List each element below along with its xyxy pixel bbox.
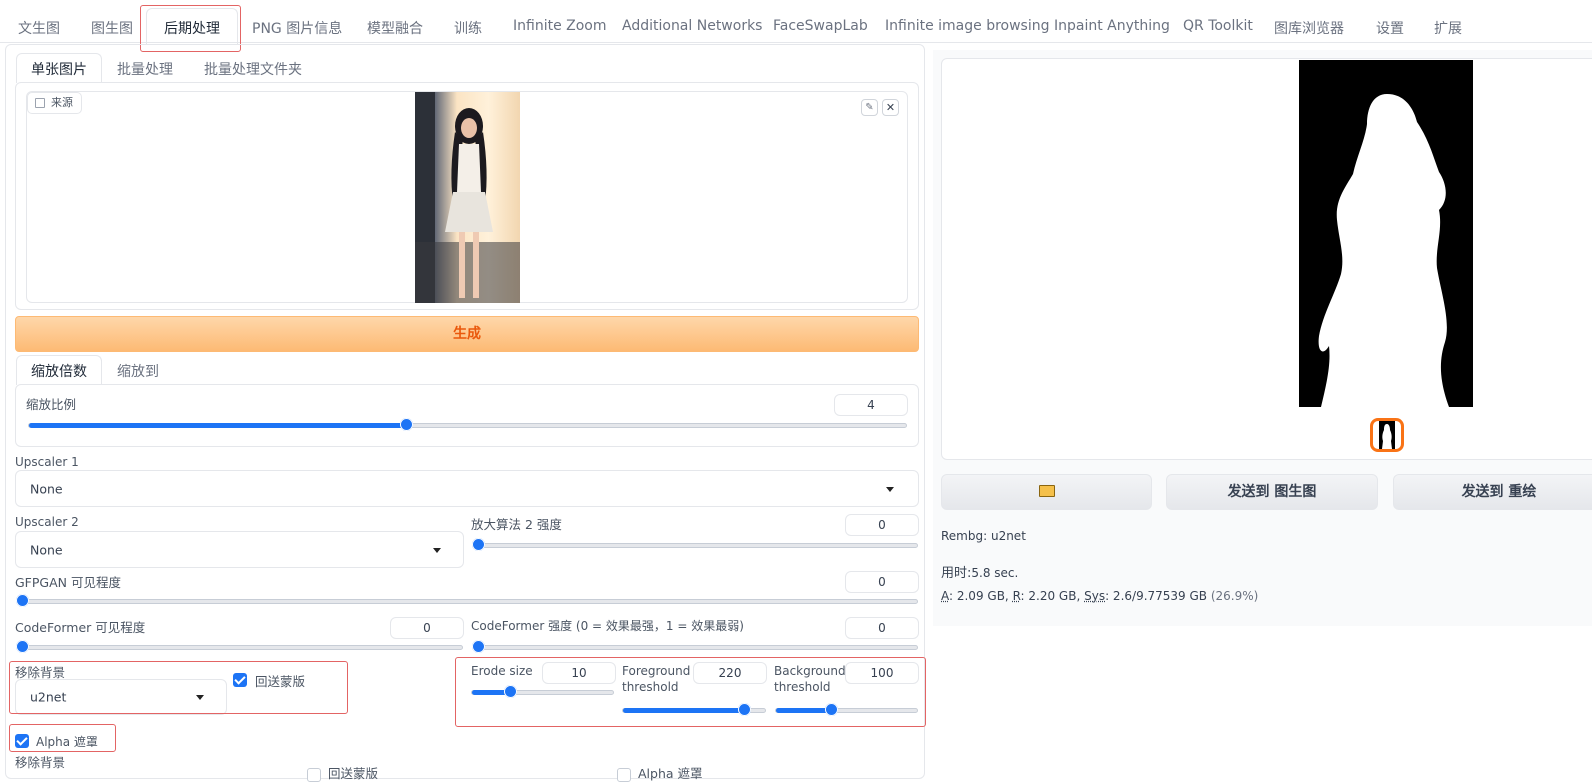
thumbnail-silhouette	[1373, 421, 1401, 449]
tab-gallery-browser[interactable]: 图库浏览器	[1274, 18, 1344, 38]
chevron-down-icon	[886, 487, 894, 492]
tab-qr-toolkit[interactable]: QR Toolkit	[1183, 18, 1253, 34]
rembg2-return-mask-label: 回送蒙版	[328, 763, 378, 782]
upscaler2-select[interactable]: None	[15, 531, 464, 568]
codeformer-visibility-slider[interactable]	[21, 645, 463, 650]
time-taken: 用时:5.8 sec.	[941, 562, 1018, 581]
codeformer-visibility-label: CodeFormer 可见程度	[15, 617, 145, 636]
tab-scale-by[interactable]: 缩放倍数	[16, 355, 102, 385]
upscaler2-strength-thumb[interactable]	[472, 538, 485, 551]
tab-scale-to[interactable]: 缩放到	[117, 361, 159, 381]
tab-inpaint-anything[interactable]: Inpaint Anything	[1054, 18, 1170, 34]
tab-faceswaplab[interactable]: FaceSwapLab	[773, 18, 868, 34]
chevron-down-icon	[433, 548, 441, 553]
upscaler2-strength-slider[interactable]	[477, 543, 918, 548]
gfpgan-thumb[interactable]	[16, 594, 29, 607]
subtab-batch-folder[interactable]: 批量处理文件夹	[204, 59, 302, 79]
generate-button[interactable]: 生成	[15, 316, 919, 352]
tab-txt2img[interactable]: 文生图	[18, 18, 60, 38]
tab-png-info[interactable]: PNG 图片信息	[252, 18, 342, 38]
scale-slider-fill	[29, 423, 406, 428]
output-mask-image[interactable]	[1299, 60, 1473, 407]
codeformer-visibility-thumb[interactable]	[16, 640, 29, 653]
scale-label: 缩放比例	[26, 394, 76, 413]
codeformer-weight-label: CodeFormer 强度 (0 = 效果最强，1 = 效果最弱)	[471, 617, 744, 634]
output-thumbnail[interactable]	[1370, 418, 1404, 452]
source-image-figure	[415, 92, 520, 303]
rembg2-alpha-checkbox[interactable]	[617, 768, 631, 782]
upscaler2-strength-input[interactable]: 0	[845, 514, 919, 536]
tab-img2img[interactable]: 图生图	[91, 18, 133, 38]
rembg2-return-mask-checkbox[interactable]	[307, 768, 321, 782]
highlight-box-thresholds	[455, 657, 926, 727]
codeformer-weight-input[interactable]: 0	[845, 617, 919, 639]
output-gallery	[941, 58, 1592, 460]
source-label: 来源	[27, 92, 82, 114]
rembg-info: Rembg: u2net	[941, 529, 1026, 543]
send-to-inpaint-button[interactable]: 发送到 重绘	[1393, 474, 1592, 510]
scale-slider-thumb[interactable]	[400, 418, 413, 431]
edit-icon[interactable]: ✎	[861, 99, 878, 116]
open-folder-button[interactable]	[941, 474, 1152, 510]
folder-icon	[1039, 485, 1055, 497]
tab-additional-networks[interactable]: Additional Networks	[622, 18, 762, 34]
gfpgan-label: GFPGAN 可见程度	[15, 572, 121, 591]
subtab-single-image[interactable]: 单张图片	[16, 53, 102, 83]
codeformer-weight-thumb[interactable]	[472, 640, 485, 653]
scale-slider[interactable]	[28, 423, 907, 428]
mask-silhouette	[1299, 60, 1473, 407]
upscaler2-strength-label: 放大算法 2 强度	[471, 514, 562, 533]
scale-input[interactable]: 4	[834, 394, 908, 416]
subtab-batch[interactable]: 批量处理	[117, 59, 173, 79]
rembg2-alpha-label: Alpha 遮罩	[638, 763, 703, 782]
image-icon	[35, 98, 45, 108]
tab-train[interactable]: 训练	[454, 18, 482, 38]
tab-checkpoint-merger[interactable]: 模型融合	[367, 18, 423, 38]
tab-infinite-zoom[interactable]: Infinite Zoom	[513, 18, 607, 34]
scale-panel: 缩放比例 4	[15, 384, 919, 447]
gfpgan-input[interactable]: 0	[845, 571, 919, 593]
close-icon[interactable]: ✕	[882, 99, 899, 116]
tab-infinite-image-browsing[interactable]: Infinite image browsing	[885, 18, 1050, 34]
tab-settings[interactable]: 设置	[1376, 18, 1404, 38]
highlight-box-alpha	[9, 724, 116, 752]
source-image	[415, 92, 520, 303]
rembg2-label: 移除背景	[15, 752, 65, 771]
send-to-img2img-button[interactable]: 发送到 图生图	[1166, 474, 1378, 510]
upscaler1-label: Upscaler 1	[15, 455, 79, 469]
upscaler2-label: Upscaler 2	[15, 515, 79, 529]
memory-info: A: 2.09 GB, R: 2.20 GB, Sys: 2.6/9.77539…	[941, 589, 1258, 603]
upscaler1-select[interactable]: None	[15, 470, 919, 507]
source-image-box[interactable]: 来源 ✎ ✕	[26, 91, 908, 303]
highlight-box-rembg	[9, 661, 348, 714]
gfpgan-slider[interactable]	[21, 599, 918, 604]
codeformer-visibility-input[interactable]: 0	[390, 617, 464, 639]
tab-extensions[interactable]: 扩展	[1434, 18, 1462, 38]
codeformer-weight-slider[interactable]	[477, 645, 918, 650]
